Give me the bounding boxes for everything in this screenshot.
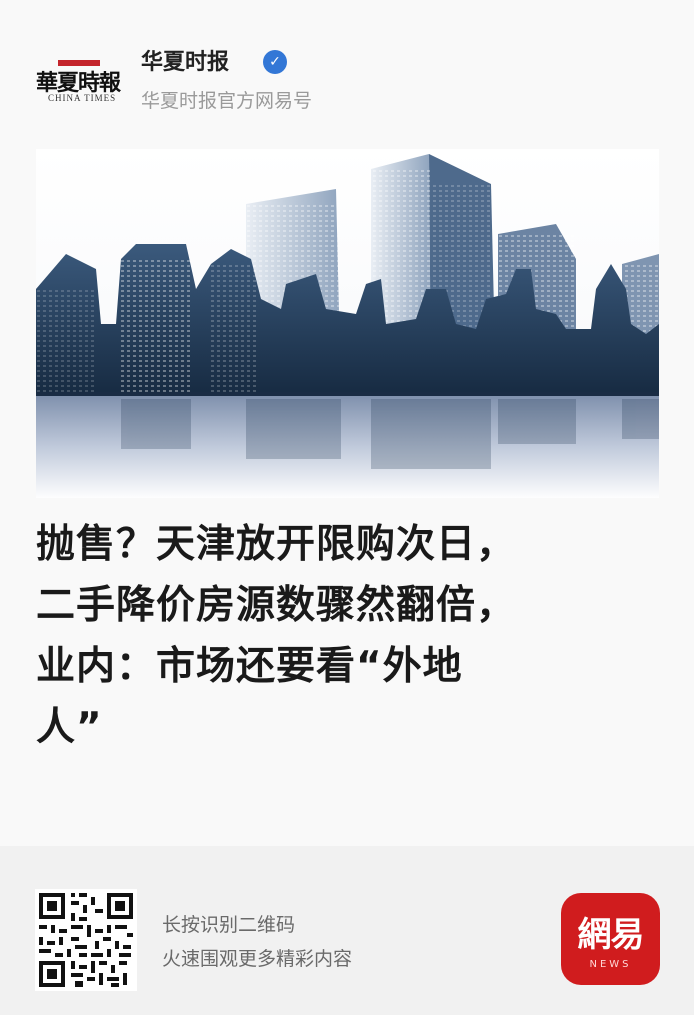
qr-code-icon[interactable] bbox=[35, 889, 137, 991]
qr-code-image bbox=[35, 889, 137, 991]
headline-line: 抛售？天津放开限购次日， bbox=[36, 522, 517, 567]
netease-logo-text: 網易 bbox=[577, 915, 645, 955]
hero-image[interactable] bbox=[36, 149, 659, 498]
netease-logo-sub: NEWS bbox=[589, 959, 632, 970]
china-times-logo[interactable]: 華夏時報 CHINA TIMES bbox=[30, 60, 130, 106]
headline-line: 业内：市场还要看“外地 bbox=[36, 644, 463, 689]
logo-text-en: CHINA TIMES bbox=[48, 93, 117, 103]
footer-hint-line2: 火速围观更多精彩内容 bbox=[162, 948, 353, 970]
headline-line: 二手降价房源数骤然翻倍， bbox=[36, 583, 517, 628]
article-card[interactable]: 華夏時報 CHINA TIMES 华夏时报 ✓ 华夏时报官方网易号 抛售？天津放… bbox=[0, 0, 694, 846]
article-headline[interactable]: 抛售？天津放开限购次日， 二手降价房源数骤然翻倍， 业内：市场还要看“外地 人” bbox=[36, 514, 666, 758]
footer-hint-line1: 长按识别二维码 bbox=[162, 914, 296, 936]
source-name[interactable]: 华夏时报 bbox=[141, 44, 229, 76]
city-skyline-image bbox=[36, 149, 659, 498]
netease-news-logo[interactable]: 網易 NEWS bbox=[561, 893, 660, 985]
headline-line: 人” bbox=[36, 705, 103, 750]
verified-badge-icon: ✓ bbox=[263, 50, 287, 74]
source-subtitle: 华夏时报官方网易号 bbox=[141, 90, 313, 112]
